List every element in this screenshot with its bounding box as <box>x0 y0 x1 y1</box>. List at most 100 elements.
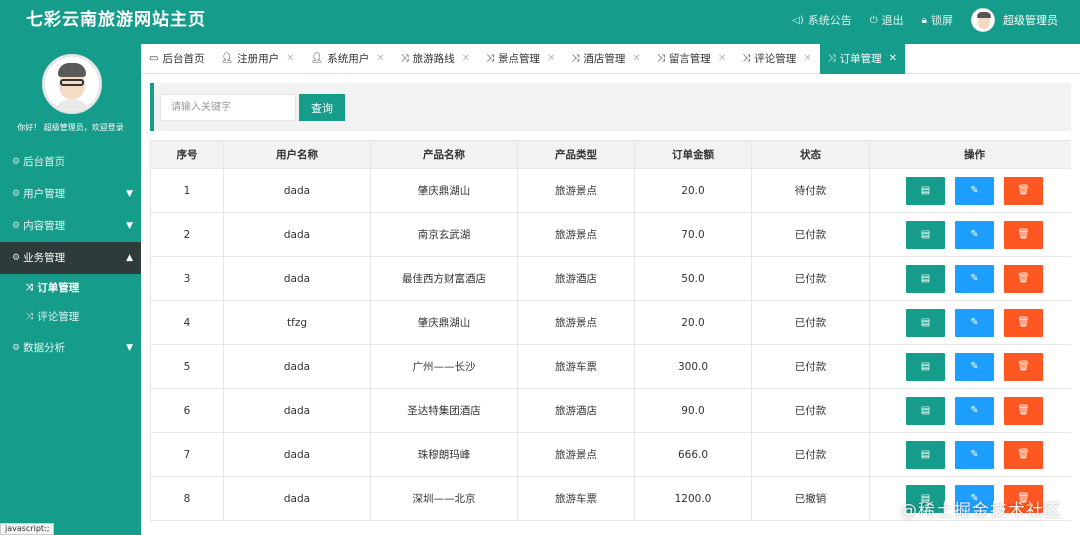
column-header: 产品名称 <box>370 140 518 169</box>
lock-screen-label: 锁屏 <box>931 14 953 27</box>
user-name-cell: dada <box>223 256 371 301</box>
tab-system-users[interactable]: 👤︎ 系统用户 ✕ <box>303 44 393 74</box>
view-button[interactable]: ▤ <box>906 176 945 205</box>
actions-cell: ▤ ✎ 🗑︎ <box>869 300 1071 345</box>
sidebar-subitem-label: 评论管理 <box>37 311 80 323</box>
document-icon: ▤ <box>920 317 931 328</box>
trash-icon: 🗑︎ <box>1017 449 1030 460</box>
tab-travel-routes[interactable]: ⤨ 旅游路线 ✕ <box>393 44 478 74</box>
tab-orders[interactable]: ⤨ 订单管理 ✕ <box>819 44 905 74</box>
close-icon[interactable]: ✕ <box>286 44 294 74</box>
pencil-icon: ✎ <box>970 361 979 372</box>
user-name-cell: dada <box>223 344 371 389</box>
status-cell: 已付款 <box>751 432 870 477</box>
close-icon[interactable]: ✕ <box>547 44 555 74</box>
row-index-cell: 8 <box>150 476 224 521</box>
tab-registered-users[interactable]: 👤︎ 注册用户 ✕ <box>212 44 302 74</box>
sidebar-subitem-label: 订单管理 <box>37 282 80 294</box>
edit-button[interactable]: ✎ <box>955 440 994 469</box>
tab-messages[interactable]: ⤨ 留言管理 ✕ <box>649 44 734 74</box>
order-amount-cell: 50.0 <box>634 256 752 301</box>
view-button[interactable]: ▤ <box>906 220 945 249</box>
view-button[interactable]: ▤ <box>906 440 945 469</box>
sidebar-subitem-comments[interactable]: ⤨ 评论管理 <box>0 303 141 332</box>
sidebar-item-content-management[interactable]: ⚙ 内容管理 ▼ <box>0 210 141 242</box>
header-nav: ◁) 系统公告 ⏻ 退出 🔒︎ 锁屏 超级管理员 <box>792 0 1080 40</box>
search-button[interactable]: 查询 <box>299 94 345 121</box>
document-icon: ▤ <box>920 185 931 196</box>
power-icon: ⏻ <box>869 14 878 26</box>
shuffle-icon: ⤨ <box>486 53 495 64</box>
tab-label: 旅游路线 <box>412 53 455 65</box>
main-content: 查询 序号 用户名称 产品名称 产品类型 订单金额 状态 操作 1dada肇庆鼎… <box>141 74 1080 535</box>
sidebar-subitem-orders[interactable]: ⤨ 订单管理 <box>0 274 141 303</box>
site-title[interactable]: 七彩云南旅游网站主页 <box>26 0 206 44</box>
tab-hotels[interactable]: ⤨ 酒店管理 ✕ <box>563 44 648 74</box>
close-icon[interactable]: ✕ <box>376 44 384 74</box>
edit-button[interactable]: ✎ <box>955 264 994 293</box>
edit-button[interactable]: ✎ <box>955 220 994 249</box>
view-button[interactable]: ▤ <box>906 308 945 337</box>
product-type-cell: 旅游车票 <box>517 476 635 521</box>
delete-button[interactable]: 🗑︎ <box>1004 176 1043 205</box>
user-name-cell: dada <box>223 168 371 213</box>
sidebar-item-home[interactable]: ⚙ 后台首页 <box>0 146 141 178</box>
edit-button[interactable]: ✎ <box>955 396 994 425</box>
close-icon[interactable]: ✕ <box>803 44 811 74</box>
view-button[interactable]: ▤ <box>906 396 945 425</box>
table-row: 2 dada 南京玄武湖 旅游景点 70.0 已付款 ▤ ✎ 🗑︎ <box>150 212 1071 257</box>
tab-label: 留言管理 <box>668 53 711 65</box>
status-tooltip: javascript:; <box>0 523 55 535</box>
view-button[interactable]: ▤ <box>906 264 945 293</box>
sidebar-item-business-management[interactable]: ⚙ 业务管理 ▲ <box>0 242 141 274</box>
edit-button[interactable]: ✎ <box>955 352 994 381</box>
pencil-icon: ✎ <box>970 273 979 284</box>
edit-button[interactable]: ✎ <box>955 308 994 337</box>
close-icon[interactable]: ✕ <box>632 44 640 74</box>
delete-button[interactable]: 🗑︎ <box>1004 440 1043 469</box>
logout-link[interactable]: ⏻ 退出 <box>870 12 904 28</box>
document-icon: ▤ <box>920 361 931 372</box>
tab-home[interactable]: ▭ 后台首页 <box>141 44 212 74</box>
tab-attractions[interactable]: ⤨ 景点管理 ✕ <box>478 44 563 74</box>
delete-button[interactable]: 🗑︎ <box>1004 396 1043 425</box>
gear-icon: ⚙ <box>12 189 21 199</box>
announcement-link[interactable]: ◁) 系统公告 <box>792 12 852 28</box>
side-menu: ⚙ 后台首页 ⚙ 用户管理 ▼ ⚙ 内容管理 ▼ ⚙ 业务管理 ▲ ⤨ 订单管理… <box>0 146 141 364</box>
row-actions: ▤ ✎ 🗑︎ <box>870 440 1071 469</box>
order-amount-cell: 300.0 <box>634 344 752 389</box>
pencil-icon: ✎ <box>970 229 979 240</box>
delete-button[interactable]: 🗑︎ <box>1004 220 1043 249</box>
column-header: 操作 <box>869 140 1071 169</box>
sidebar-item-user-management[interactable]: ⚙ 用户管理 ▼ <box>0 178 141 210</box>
tab-comments[interactable]: ⤨ 评论管理 ✕ <box>734 44 819 74</box>
user-menu[interactable]: 超级管理员 <box>971 8 1058 32</box>
edit-button[interactable]: ✎ <box>955 176 994 205</box>
orders-table: 序号 用户名称 产品名称 产品类型 订单金额 状态 操作 1 dada 肇庆鼎湖山旅… <box>150 140 1071 521</box>
close-icon[interactable]: ✕ <box>889 44 897 74</box>
profile-panel: 你好！ 超级管理员，欢迎登录 <box>0 44 141 136</box>
table-row: 6 dada 圣达特集团酒店 旅游酒店 90.0 已付款 ▤ ✎ 🗑︎ <box>150 388 1071 433</box>
lock-screen-link[interactable]: 🔒︎ 锁屏 <box>922 12 953 28</box>
sidebar-item-label: 业务管理 <box>23 252 66 264</box>
search-input[interactable] <box>160 94 296 121</box>
order-amount-cell: 20.0 <box>634 168 752 213</box>
shuffle-icon: ⤨ <box>827 53 836 64</box>
user-name-cell: tfzg <box>223 300 371 345</box>
row-index-cell: 7 <box>150 432 224 477</box>
view-button[interactable]: ▤ <box>906 352 945 381</box>
sidebar-item-data-analysis[interactable]: ⚙ 数据分析 ▼ <box>0 332 141 364</box>
product-type-cell: 旅游景点 <box>517 168 635 213</box>
sidebar-item-label: 用户管理 <box>23 188 66 200</box>
search-bar: 查询 <box>150 83 1071 131</box>
actions-cell: ▤ ✎ 🗑︎ <box>869 344 1071 389</box>
delete-button[interactable]: 🗑︎ <box>1004 352 1043 381</box>
status-cell: 已付款 <box>751 344 870 389</box>
status-cell: 已付款 <box>751 256 870 301</box>
close-icon[interactable]: ✕ <box>718 44 726 74</box>
delete-button[interactable]: 🗑︎ <box>1004 264 1043 293</box>
watermark: @稀土掘金技术社区 <box>900 501 1062 521</box>
product-type-cell: 旅游车票 <box>517 344 635 389</box>
close-icon[interactable]: ✕ <box>462 44 470 74</box>
delete-button[interactable]: 🗑︎ <box>1004 308 1043 337</box>
